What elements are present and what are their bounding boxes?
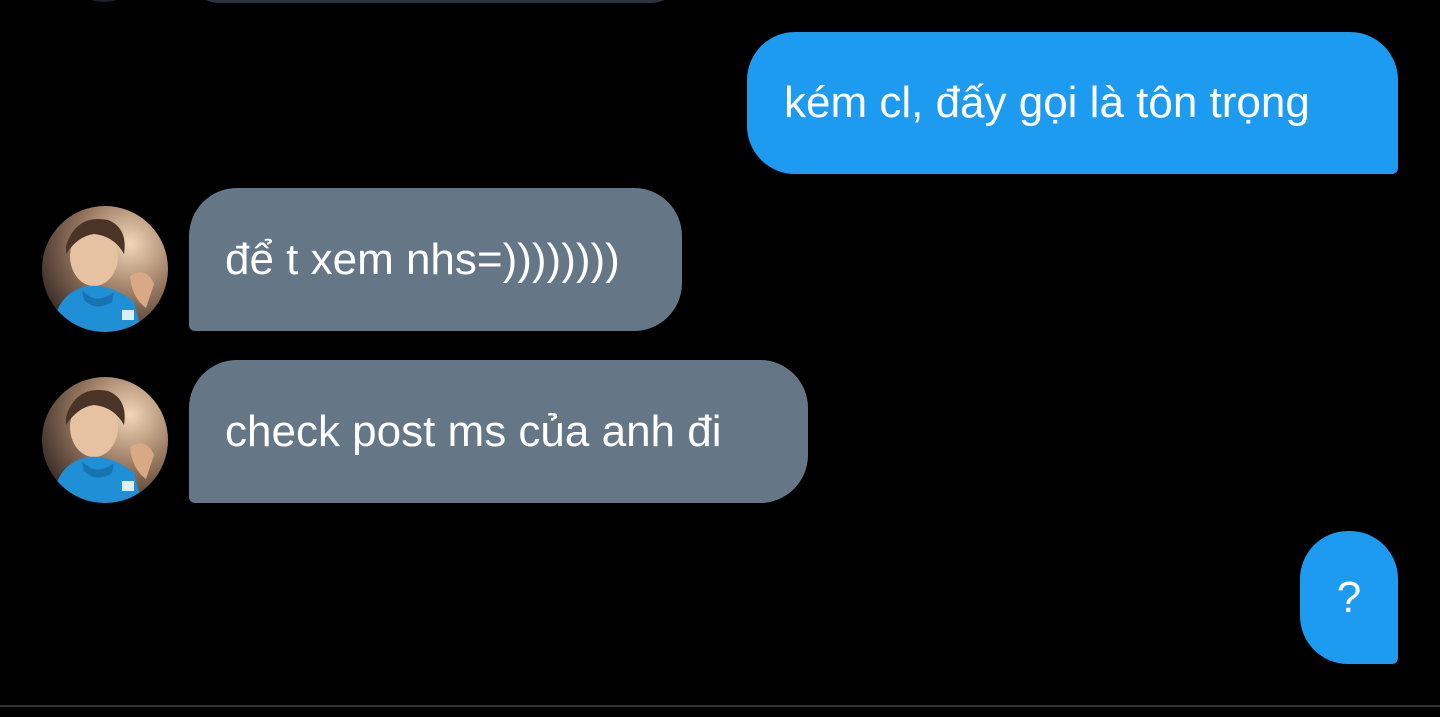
message-text: kém cl, đấy gọi là tôn trọng [784, 78, 1310, 127]
conversation-view: kém cl, đấy gọi là tôn trọng để t xem nh… [0, 0, 1440, 717]
avatar-photo-icon [42, 206, 168, 332]
message-text: để t xem nhs=)))))))) [225, 234, 620, 284]
message-bubble-incoming[interactable]: check post ms của anh đi [189, 360, 808, 503]
message-bubble-outgoing[interactable]: ? [1300, 531, 1398, 664]
message-text: ? [1336, 572, 1362, 622]
avatar-photo-icon [42, 377, 168, 503]
previous-avatar-edge [74, 0, 134, 2]
sender-avatar[interactable] [42, 377, 168, 503]
composer-divider [0, 705, 1440, 707]
message-text: check post ms của anh đi [225, 406, 722, 456]
sender-avatar[interactable] [42, 206, 168, 332]
message-bubble-outgoing[interactable]: kém cl, đấy gọi là tôn trọng [747, 32, 1398, 174]
previous-message-edge [189, 0, 681, 3]
message-bubble-incoming[interactable]: để t xem nhs=)))))))) [189, 188, 682, 331]
